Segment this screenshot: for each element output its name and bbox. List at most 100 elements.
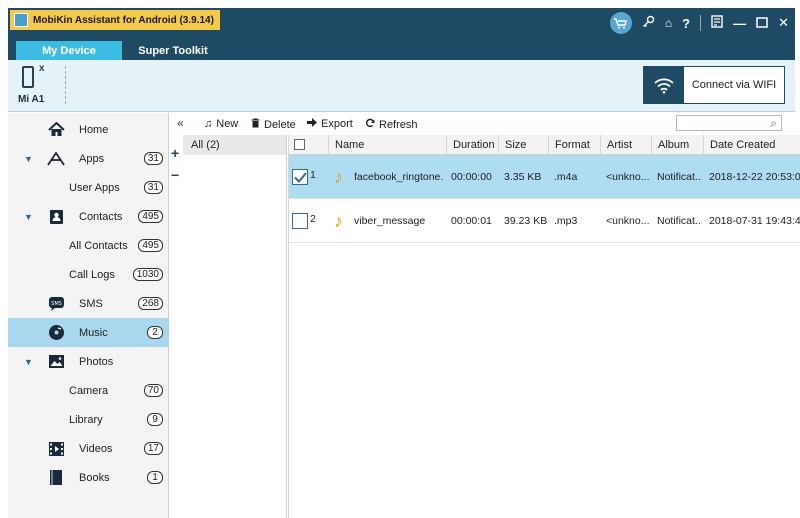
search-input[interactable]: ⌕ (676, 115, 782, 131)
table-row[interactable]: 2 ♪ viber_message 00:00:01 39.23 KB .mp3… (288, 199, 800, 243)
cell-format: .m4a (554, 171, 578, 183)
sidebar-item-library[interactable]: Library 9 (8, 405, 169, 434)
cell-size: 39.23 KB (504, 215, 548, 227)
home-icon (47, 122, 65, 138)
table-row[interactable]: 1 ♪ facebook_ringtone... 00:00:00 3.35 K… (288, 155, 800, 199)
sidebar-item-user-apps[interactable]: User Apps 31 (8, 173, 169, 202)
music-note-icon: ♪ (334, 211, 343, 231)
count-badge: 2 (147, 326, 163, 339)
photos-icon (47, 354, 65, 370)
device-divider (65, 66, 66, 104)
sidebar-item-sms[interactable]: SMS SMS 268 (8, 289, 169, 318)
sidebar-item-label: Books (79, 471, 110, 484)
contacts-icon (47, 209, 65, 225)
sidebar-item-apps[interactable]: ▼ Apps 31 (8, 144, 169, 173)
sidebar-item-call-logs[interactable]: Call Logs 1030 (8, 260, 169, 289)
delete-label: Delete (264, 118, 296, 131)
expand-arrow-icon[interactable]: ▼ (24, 212, 33, 222)
register-icon[interactable] (711, 15, 723, 31)
count-badge: 1 (147, 471, 163, 484)
help-icon[interactable]: ? (682, 16, 690, 31)
refresh-icon (365, 118, 375, 131)
tab-super-toolkit[interactable]: Super Toolkit (128, 41, 218, 60)
cart-icon[interactable] (609, 12, 632, 34)
select-all-checkbox[interactable] (294, 139, 305, 150)
row-checkbox[interactable] (292, 169, 308, 185)
export-button[interactable]: Export (307, 118, 353, 130)
refresh-button[interactable]: Refresh (365, 118, 418, 131)
sidebar-item-music[interactable]: Music 2 (8, 318, 169, 347)
add-category-icon[interactable]: + (171, 145, 179, 161)
sidebar-item-label: Camera (69, 384, 109, 397)
disconnect-device-icon[interactable]: x (39, 63, 45, 74)
app-logo-icon (14, 13, 28, 27)
main-tabs: My Device Super Toolkit (8, 38, 795, 60)
row-checkbox[interactable] (292, 213, 308, 229)
count-badge: 31 (143, 181, 163, 194)
music-icon (47, 325, 65, 341)
remove-category-icon[interactable]: − (171, 167, 179, 183)
expand-arrow-icon[interactable]: ▼ (24, 154, 33, 164)
column-size[interactable]: Size (498, 135, 548, 155)
new-button[interactable]: ♫ New (204, 118, 238, 130)
maximize-icon[interactable] (756, 16, 768, 31)
tab-my-device[interactable]: My Device (16, 41, 122, 60)
sidebar-item-label: All Contacts (69, 239, 128, 252)
sidebar-item-label: Contacts (79, 210, 123, 223)
cell-date-created: 2018-07-31 19:43:45 (709, 215, 800, 227)
home-icon[interactable]: ⌂ (665, 16, 672, 30)
key-icon[interactable] (642, 15, 655, 31)
sidebar-item-books[interactable]: Books 1 (8, 463, 169, 492)
sidebar-item-contacts[interactable]: ▼ Contacts 495 (8, 202, 169, 231)
minimize-icon[interactable]: — (733, 16, 746, 31)
main-panel: « ♫ New Delete Export Refresh ⌕ + − All … (170, 113, 800, 518)
count-badge: 70 (143, 384, 163, 397)
sidebar-item-label: Apps (79, 152, 105, 165)
close-icon[interactable]: ✕ (778, 15, 789, 31)
search-icon[interactable]: ⌕ (770, 116, 777, 131)
collapse-icon[interactable]: « (177, 116, 184, 130)
sms-icon: SMS (47, 296, 65, 312)
sidebar-item-all-contacts[interactable]: All Contacts 495 (8, 231, 169, 260)
column-duration[interactable]: Duration (446, 135, 498, 155)
table-header: Name Duration Size Format Artist Album D… (288, 135, 800, 155)
refresh-label: Refresh (379, 118, 418, 131)
count-badge: 9 (147, 413, 163, 426)
category-all[interactable]: All (2) (183, 135, 286, 155)
cell-name: facebook_ringtone... (354, 171, 444, 183)
cell-duration: 00:00:00 (451, 171, 492, 183)
music-note-icon: ♪ (334, 167, 343, 187)
phone-icon (22, 66, 34, 88)
category-panel: + − All (2) (170, 135, 287, 518)
sidebar-item-videos[interactable]: Videos 17 (8, 434, 169, 463)
device-name: Mi A1 (18, 94, 45, 105)
music-note-icon: ♫ (204, 118, 213, 130)
column-artist[interactable]: Artist (600, 135, 651, 155)
expand-arrow-icon[interactable]: ▼ (24, 357, 33, 367)
apps-icon (47, 151, 65, 167)
column-name[interactable]: Name (328, 135, 446, 155)
music-table: Name Duration Size Format Artist Album D… (288, 135, 800, 518)
cell-size: 3.35 KB (504, 171, 542, 183)
connect-wifi-button[interactable]: Connect via WIFI (643, 66, 785, 104)
column-format[interactable]: Format (548, 135, 600, 155)
sidebar-item-label: Music (79, 326, 108, 339)
export-label: Export (321, 118, 353, 130)
connect-wifi-label: Connect via WIFI (691, 79, 777, 91)
device-item[interactable]: x Mi A1 (16, 63, 76, 108)
sidebar-item-home[interactable]: Home (8, 115, 169, 144)
sidebar-item-label: Videos (79, 442, 113, 455)
wifi-icon (644, 67, 684, 103)
cell-album: Notificat... (657, 171, 702, 183)
column-date-created[interactable]: Date Created (703, 135, 800, 155)
sidebar-item-label: Call Logs (69, 268, 115, 281)
export-arrow-icon (307, 118, 317, 130)
delete-button[interactable]: Delete (251, 118, 296, 131)
app-title: MobiKin Assistant for Android (3.9.14) (33, 14, 214, 26)
sidebar-item-label: Home (79, 123, 109, 136)
cell-format: .mp3 (554, 215, 578, 227)
sidebar-item-photos[interactable]: ▼ Photos (8, 347, 169, 376)
sidebar-item-camera[interactable]: Camera 70 (8, 376, 169, 405)
row-index: 2 (310, 213, 316, 225)
column-album[interactable]: Album (651, 135, 703, 155)
